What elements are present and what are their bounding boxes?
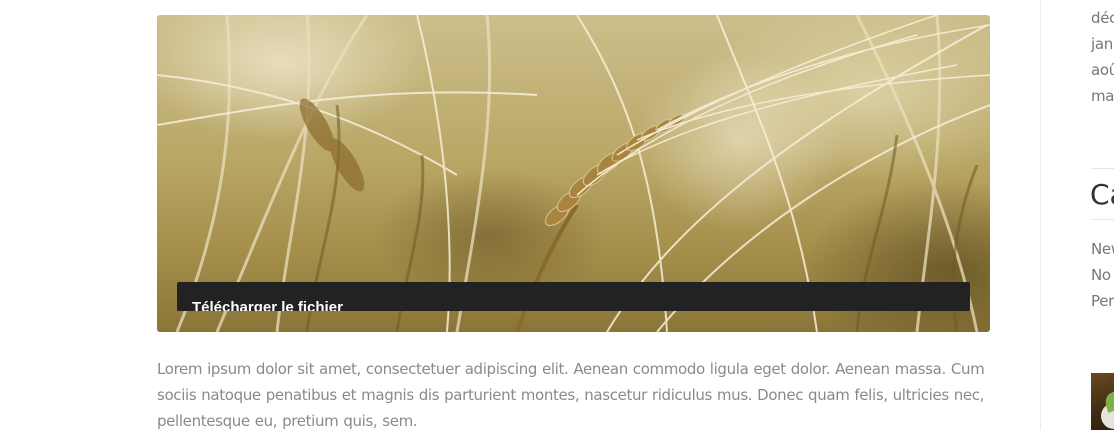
download-file-label: Télécharger le fichier bbox=[192, 299, 343, 311]
widget-title-underline bbox=[1091, 219, 1114, 220]
sidebar: déc jan aoû ma Ca New No Per bbox=[1090, 0, 1114, 430]
post-thumbnail-image[interactable] bbox=[1091, 373, 1114, 430]
archive-item[interactable]: ma bbox=[1091, 83, 1114, 109]
category-list: New No Per bbox=[1091, 236, 1114, 314]
archive-item[interactable]: déc bbox=[1091, 5, 1114, 31]
page: Télécharger le fichier Lorem ipsum dolor… bbox=[0, 0, 1114, 430]
article-body: Lorem ipsum dolor sit amet, consectetuer… bbox=[157, 360, 985, 430]
archive-item[interactable]: jan bbox=[1091, 31, 1114, 57]
sidebar-divider bbox=[1040, 0, 1041, 430]
archive-item[interactable]: aoû bbox=[1091, 57, 1114, 83]
download-file-button[interactable]: Télécharger le fichier bbox=[177, 282, 970, 311]
category-item[interactable]: Per bbox=[1091, 288, 1114, 314]
category-item[interactable]: No bbox=[1091, 262, 1114, 288]
archive-list: déc jan aoû ma bbox=[1091, 5, 1114, 109]
widget-divider bbox=[1091, 168, 1114, 169]
category-item[interactable]: New bbox=[1091, 236, 1114, 262]
categories-title: Ca bbox=[1090, 178, 1114, 211]
